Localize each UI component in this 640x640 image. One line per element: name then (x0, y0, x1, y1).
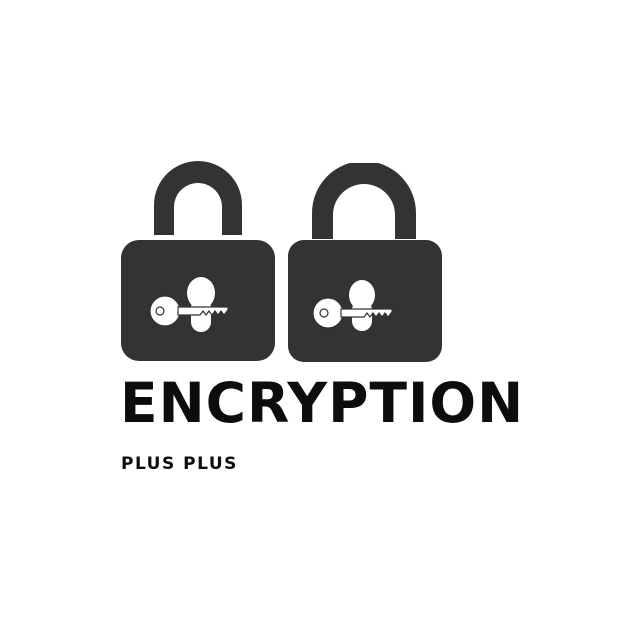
padlock-right-icon (286, 163, 444, 365)
padlock-left-icon (118, 160, 278, 365)
shackle-left (154, 161, 242, 235)
logo-title: ENCRYPTION (120, 371, 525, 435)
keyhole-right (349, 280, 375, 331)
shackle-right (312, 163, 416, 239)
logo-subtitle: PLUS PLUS (121, 454, 238, 474)
encryption-logo: ENCRYPTION PLUS PLUS (0, 0, 640, 640)
